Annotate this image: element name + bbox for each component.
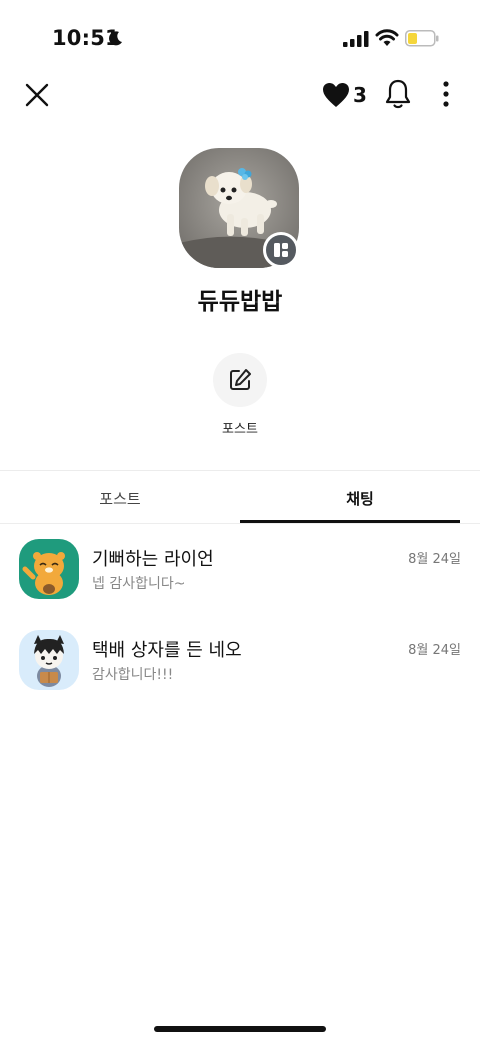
layout-icon: [274, 243, 288, 257]
chat-date: 8월 24일: [408, 643, 461, 658]
status-bar: 10:51: [0, 0, 480, 70]
bell-icon: [385, 79, 411, 109]
chat-avatar-neo: [19, 630, 79, 690]
close-button[interactable]: [22, 80, 52, 110]
ryan-character-icon: [19, 539, 79, 599]
chat-list-item[interactable]: 기뻐하는 라이언 넵 감사합니다~ 8월 24일: [0, 539, 480, 629]
moon-icon: [109, 31, 122, 46]
home-indicator[interactable]: [154, 1026, 326, 1032]
more-vertical-icon: [443, 81, 449, 107]
chat-preview: 감사합니다!!!: [92, 667, 174, 683]
like-count: 3: [353, 83, 367, 107]
notification-button[interactable]: [383, 78, 413, 110]
profile-name: 듀듀밥밥: [197, 289, 283, 315]
section-divider: [0, 470, 480, 471]
chat-avatar-ryan: [19, 539, 79, 599]
tab-chat[interactable]: 채팅: [240, 472, 480, 524]
chat-date: 8월 24일: [408, 552, 461, 567]
tabs-divider: [0, 523, 480, 524]
signal-icon: [343, 31, 369, 47]
write-post-label: 포스트: [222, 422, 258, 437]
close-icon: [25, 83, 49, 107]
chat-name: 기뻐하는 라이언: [92, 549, 214, 570]
battery-icon: [405, 30, 439, 47]
tab-post[interactable]: 포스트: [0, 472, 240, 524]
wifi-icon: [375, 29, 399, 46]
heart-icon: [323, 83, 349, 107]
active-tab-indicator: [240, 520, 460, 523]
write-post-button[interactable]: [213, 353, 267, 407]
neo-character-icon: [19, 630, 79, 690]
top-nav: 3: [0, 70, 480, 120]
chat-list-item[interactable]: 택배 상자를 든 네오 감사합니다!!! 8월 24일: [0, 630, 480, 720]
chat-preview: 넵 감사합니다~: [92, 576, 186, 592]
edit-icon: [230, 369, 251, 390]
more-button[interactable]: [434, 78, 458, 110]
profile-badge-button[interactable]: [263, 232, 299, 268]
chat-name: 택배 상자를 든 네오: [92, 640, 242, 661]
like-button[interactable]: 3: [322, 80, 367, 110]
